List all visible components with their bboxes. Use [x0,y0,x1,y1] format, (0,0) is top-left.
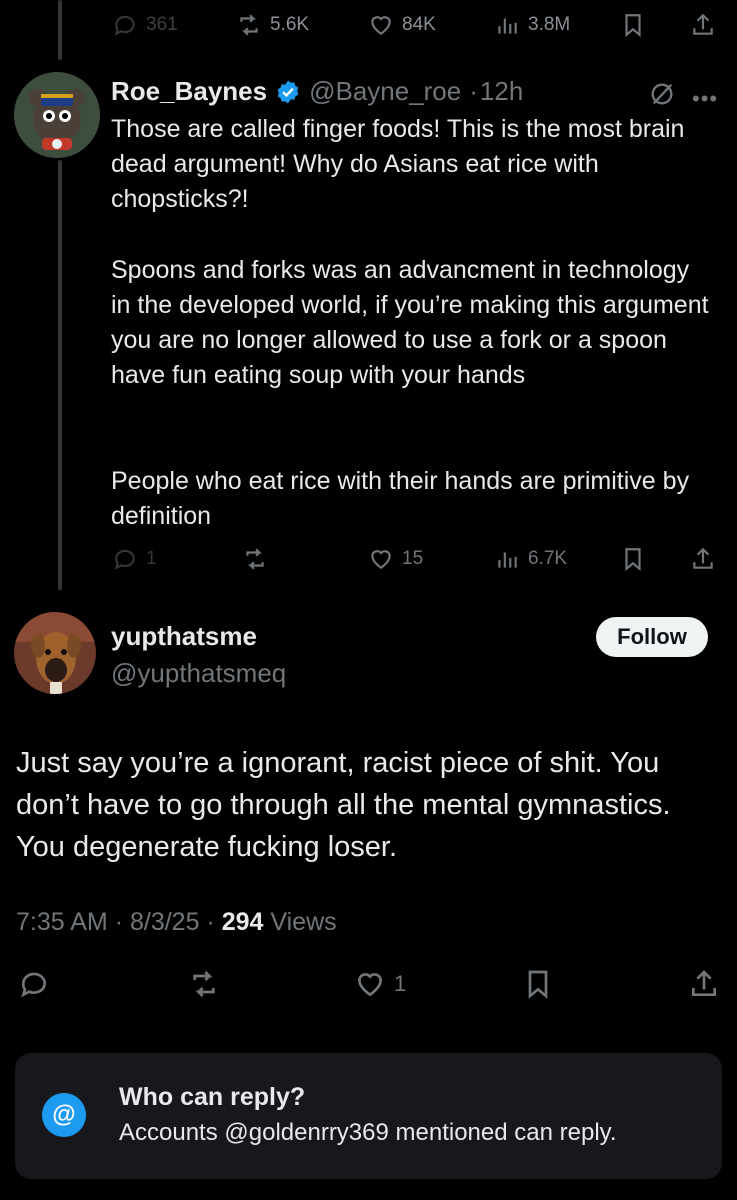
reply-like-count: 15 [402,548,424,569]
reply-author-row: Roe_Baynes @Bayne_roe · 12h [111,76,523,107]
views-label: Views [270,908,337,936]
views-icon [498,552,517,568]
parent-bookmark-button[interactable] [620,12,646,38]
yupthatsme-avatar[interactable] [14,612,96,694]
retweet-icon [193,971,215,997]
main-like-count: 1 [394,971,407,996]
grok-icon[interactable] [648,80,676,108]
retweet-icon [246,548,264,570]
views-icon [498,18,517,34]
bookmark-icon [625,548,641,572]
heart-icon [357,973,383,997]
roe-baynes-avatar[interactable] [14,72,100,158]
parent-reply-count: 361 [146,14,178,35]
main-author-handle[interactable]: @yupthatsmeq [111,658,286,689]
parent-views-button[interactable]: 3.8M [494,12,570,38]
reply-paragraph-1: Those are called finger foods! This is t… [111,115,685,213]
heart-icon [371,16,391,35]
tweet-time[interactable]: 7:35 AM [16,908,108,936]
who-can-reply-description: Accounts @goldenrry369 mentioned can rep… [119,1119,617,1146]
thread-line-reply [58,160,62,590]
at-sign-icon: @ [42,1093,86,1137]
reply-views-button[interactable]: 6.7K [494,546,567,572]
main-retweet-button[interactable] [188,968,220,1000]
share-icon [693,547,713,569]
main-bookmark-button[interactable] [522,968,554,1000]
reply-retweet-button[interactable] [242,546,268,572]
share-icon [692,970,716,996]
share-icon [693,13,713,35]
parent-retweet-button[interactable]: 5.6K [236,12,309,38]
main-reply-button[interactable] [18,968,50,1000]
reply-tweet-actions: 1 15 6.7K [0,546,737,582]
parent-share-button[interactable] [690,12,716,38]
retweet-icon [240,14,258,36]
parent-reply-button[interactable]: 361 [112,12,178,38]
reply-reply-button[interactable]: 1 [112,546,157,572]
who-can-reply-title: Who can reply? [119,1083,306,1111]
bookmark-icon [625,14,641,38]
reply-author-handle[interactable]: @Bayne_roe [309,76,461,107]
verified-badge-icon [277,80,299,103]
bookmark-icon [528,970,548,999]
bear-avatar-icon [14,72,100,158]
reply-paragraph-3: People who eat rice with their hands are… [111,467,690,530]
main-tweet-text: Just say you’re a ignorant, racist piece… [16,747,671,863]
meta-separator-1: · [114,908,124,936]
reply-like-button[interactable]: 15 [368,546,423,572]
more-options-icon[interactable]: ••• [692,86,718,112]
dog-avatar-icon [14,612,96,694]
reply-icon [21,972,46,998]
who-can-reply-card: @ Who can reply? Accounts @goldenrry369 … [15,1053,722,1179]
main-author-name[interactable]: yupthatsme [111,621,257,652]
reply-bookmark-button[interactable] [620,546,646,572]
time-separator: · [469,76,478,106]
parent-views-count: 3.8M [528,14,571,35]
views-count: 294 [221,908,264,936]
main-like-button[interactable]: 1 [354,968,406,1000]
reply-paragraph-2: Spoons and forks was an advancment in te… [111,256,709,389]
parent-like-count: 84K [402,14,436,35]
tweet-metadata: 7:35 AM · 8/3/25 · 294 Views [16,908,337,937]
heart-icon [371,550,391,569]
reply-timestamp[interactable]: 12h [480,76,523,107]
reply-reply-count: 1 [146,548,157,569]
tweet-date[interactable]: 8/3/25 [130,908,200,936]
parent-tweet-actions: 361 5.6K 84K 3.8M [0,8,737,48]
reply-author-name[interactable]: Roe_Baynes [111,76,267,107]
parent-like-button[interactable]: 84K [368,12,436,38]
meta-separator-2: · [206,908,215,936]
reply-icon [114,15,135,36]
reply-share-button[interactable] [690,546,716,572]
reply-icon [114,549,135,570]
main-share-button[interactable] [688,968,720,1000]
parent-retweet-count: 5.6K [270,14,310,35]
reply-views-count: 6.7K [528,548,568,569]
follow-button[interactable]: Follow [596,617,708,657]
